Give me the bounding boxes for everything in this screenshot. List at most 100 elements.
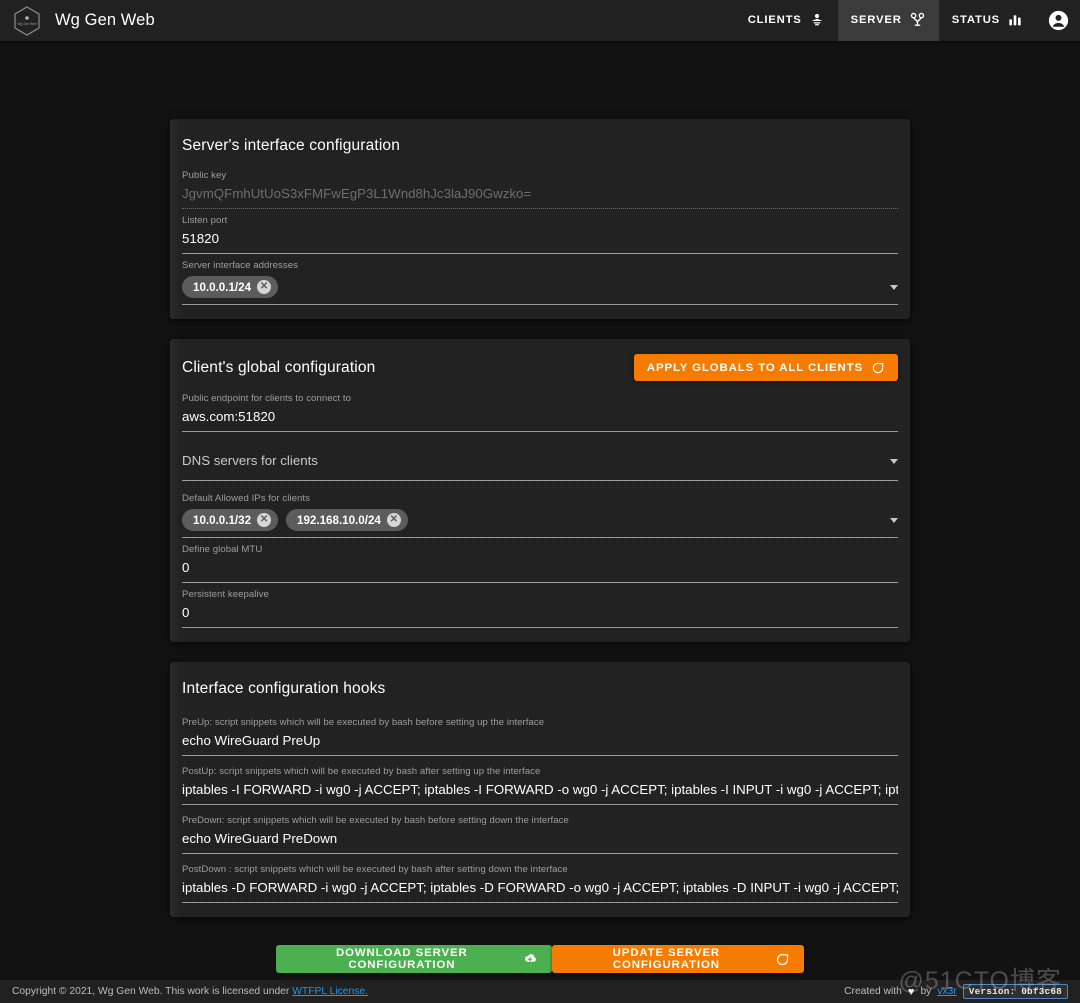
- server-interface-title: Server's interface configuration: [182, 137, 400, 154]
- persistent-keepalive-input[interactable]: 0: [182, 603, 898, 627]
- field-preup[interactable]: PreUp: script snippets which will be exe…: [182, 707, 898, 756]
- nav-label-clients: CLIENTS: [747, 13, 802, 26]
- account-circle-icon[interactable]: [1036, 0, 1080, 41]
- client-global-card-header: Client's global configuration APPLY GLOB…: [182, 339, 898, 387]
- allowed-ips-label: Default Allowed IPs for clients: [182, 493, 310, 504]
- public-endpoint-input[interactable]: aws.com:51820: [182, 407, 898, 431]
- apply-globals-label: APPLY GLOBALS TO ALL CLIENTS: [646, 361, 863, 374]
- footer-by: by: [920, 986, 932, 997]
- server-interface-card-header: Server's interface configuration: [182, 119, 898, 164]
- chip[interactable]: 192.168.10.0/24 ✕: [286, 509, 408, 531]
- heart-icon: ♥: [907, 985, 915, 998]
- server-interface-card: Server's interface configuration Public …: [170, 119, 910, 319]
- server-addresses-label: Server interface addresses: [182, 260, 298, 271]
- server-addresses-select[interactable]: 10.0.0.1/24 ✕: [182, 274, 898, 304]
- version-badge: Version: 0bf3c68: [962, 984, 1068, 999]
- postdown-input[interactable]: iptables -D FORWARD -i wg0 -j ACCEPT; ip…: [182, 878, 898, 902]
- hexagon-logo-icon: Wg Gen Web: [10, 4, 44, 38]
- download-button-label: DOWNLOAD SERVER CONFIGURATION: [336, 947, 468, 971]
- listen-port-label: Listen port: [182, 215, 228, 226]
- chevron-down-icon[interactable]: [890, 284, 898, 290]
- nav-label-server: SERVER: [850, 13, 902, 26]
- svg-text:Wg Gen Web: Wg Gen Web: [17, 22, 36, 26]
- hooks-card-body: PreUp: script snippets which will be exe…: [182, 707, 898, 903]
- nav-label-status: STATUS: [951, 13, 1000, 26]
- main-navigation: CLIENTS SERVER STATUS: [735, 0, 1080, 41]
- chip[interactable]: 10.0.0.1/32 ✕: [182, 509, 279, 531]
- public-key-label: Public key: [182, 170, 227, 181]
- field-postup[interactable]: PostUp: script snippets which will be ex…: [182, 756, 898, 805]
- apply-globals-button[interactable]: APPLY GLOBALS TO ALL CLIENTS: [633, 354, 898, 381]
- field-global-mtu[interactable]: Define global MTU 0: [182, 538, 898, 583]
- footer-copyright: Copyright © 2021, Wg Gen Web. This work …: [12, 986, 290, 997]
- bar-chart-status-icon: [1007, 12, 1023, 28]
- footer-right: Created with ♥ by vx3r Version: 0bf3c68: [844, 984, 1068, 999]
- persistent-keepalive-underline: [182, 627, 898, 628]
- footer-license-link[interactable]: WTFPL License.: [292, 986, 368, 997]
- server-interface-card-body: Public key JgvmQFmhUtUoS3xFMFwEgP3L1Wnd8…: [182, 164, 898, 305]
- action-buttons-row: DOWNLOAD SERVER CONFIGURATION UPDATE SER…: [276, 937, 804, 973]
- global-mtu-label: Define global MTU: [182, 544, 263, 555]
- client-global-title: Client's global configuration: [182, 358, 376, 376]
- app-title: Wg Gen Web: [55, 11, 155, 29]
- field-predown[interactable]: PreDown: script snippets which will be e…: [182, 805, 898, 854]
- update-server-configuration-button[interactable]: UPDATE SERVER CONFIGURATION: [551, 945, 804, 973]
- allowed-ips-chips: 10.0.0.1/32 ✕ 192.168.10.0/24 ✕: [182, 509, 408, 531]
- field-public-key: Public key JgvmQFmhUtUoS3xFMFwEgP3L1Wnd8…: [182, 164, 898, 209]
- chip-label: 10.0.0.1/24: [193, 280, 252, 294]
- preup-input[interactable]: echo WireGuard PreUp: [182, 731, 898, 755]
- client-global-card-body: Public endpoint for clients to connect t…: [182, 387, 898, 628]
- client-global-card: Client's global configuration APPLY GLOB…: [170, 339, 910, 642]
- hooks-card-header: Interface configuration hooks: [182, 662, 898, 707]
- field-server-addresses[interactable]: Server interface addresses 10.0.0.1/24 ✕: [182, 254, 898, 305]
- hooks-card: Interface configuration hooks PreUp: scr…: [170, 662, 910, 917]
- field-dns-servers[interactable]: DNS servers for clients: [182, 432, 898, 481]
- refresh-icon: [775, 952, 790, 967]
- app-bar: Wg Gen Web Wg Gen Web CLIENTS SERVER STA…: [0, 0, 1080, 41]
- download-server-configuration-button[interactable]: DOWNLOAD SERVER CONFIGURATION: [276, 945, 552, 973]
- brand[interactable]: Wg Gen Web Wg Gen Web: [0, 4, 155, 38]
- person-clients-icon: [809, 12, 825, 28]
- server-addresses-underline: [182, 304, 898, 305]
- nav-item-status[interactable]: STATUS: [939, 0, 1036, 41]
- allowed-ips-select[interactable]: 10.0.0.1/32 ✕ 192.168.10.0/24 ✕: [182, 507, 898, 537]
- nav-item-clients[interactable]: CLIENTS: [735, 0, 838, 41]
- postdown-label: PostDown : script snippets which will be…: [182, 864, 568, 875]
- public-key-value: JgvmQFmhUtUoS3xFMFwEgP3L1Wnd8hJc3laJ90Gw…: [182, 186, 532, 201]
- dns-servers-placeholder: DNS servers for clients: [182, 453, 318, 468]
- postdown-underline: [182, 902, 898, 903]
- chip-remove-icon[interactable]: ✕: [257, 280, 272, 294]
- listen-port-input[interactable]: 51820: [182, 229, 898, 253]
- field-listen-port[interactable]: Listen port 51820: [182, 209, 898, 254]
- refresh-icon: [871, 361, 885, 375]
- postup-label: PostUp: script snippets which will be ex…: [182, 766, 541, 777]
- footer: Copyright © 2021, Wg Gen Web. This work …: [0, 980, 1080, 1003]
- predown-input[interactable]: echo WireGuard PreDown: [182, 829, 898, 853]
- persistent-keepalive-label: Persistent keepalive: [182, 589, 269, 600]
- chip[interactable]: 10.0.0.1/24 ✕: [182, 276, 279, 298]
- dns-servers-select[interactable]: DNS servers for clients: [182, 446, 898, 480]
- chevron-down-icon[interactable]: [890, 517, 898, 523]
- chip-remove-icon[interactable]: ✕: [257, 513, 272, 527]
- field-allowed-ips[interactable]: Default Allowed IPs for clients 10.0.0.1…: [182, 481, 898, 538]
- postup-input[interactable]: iptables -I FORWARD -i wg0 -j ACCEPT; ip…: [182, 780, 898, 804]
- public-endpoint-label: Public endpoint for clients to connect t…: [182, 393, 351, 404]
- global-mtu-input[interactable]: 0: [182, 558, 898, 582]
- footer-created-with: Created with: [844, 986, 902, 997]
- nav-item-server[interactable]: SERVER: [837, 0, 939, 41]
- field-postdown[interactable]: PostDown : script snippets which will be…: [182, 854, 898, 903]
- content-container: Server's interface configuration Public …: [170, 119, 910, 973]
- field-persistent-keepalive[interactable]: Persistent keepalive 0: [182, 583, 898, 628]
- chip-label: 10.0.0.1/32: [193, 513, 252, 527]
- field-public-endpoint[interactable]: Public endpoint for clients to connect t…: [182, 387, 898, 432]
- update-button-label: UPDATE SERVER CONFIGURATION: [612, 947, 721, 971]
- chevron-down-icon[interactable]: [890, 458, 898, 464]
- preup-label: PreUp: script snippets which will be exe…: [182, 717, 545, 728]
- page-content: Server's interface configuration Public …: [0, 41, 1080, 981]
- server-addresses-chips: 10.0.0.1/24 ✕: [182, 276, 279, 298]
- cloud-download-icon: [522, 951, 538, 967]
- chip-remove-icon[interactable]: ✕: [386, 513, 401, 527]
- hooks-title: Interface configuration hooks: [182, 680, 386, 697]
- footer-author-link[interactable]: vx3r: [937, 986, 956, 997]
- predown-label: PreDown: script snippets which will be e…: [182, 815, 569, 826]
